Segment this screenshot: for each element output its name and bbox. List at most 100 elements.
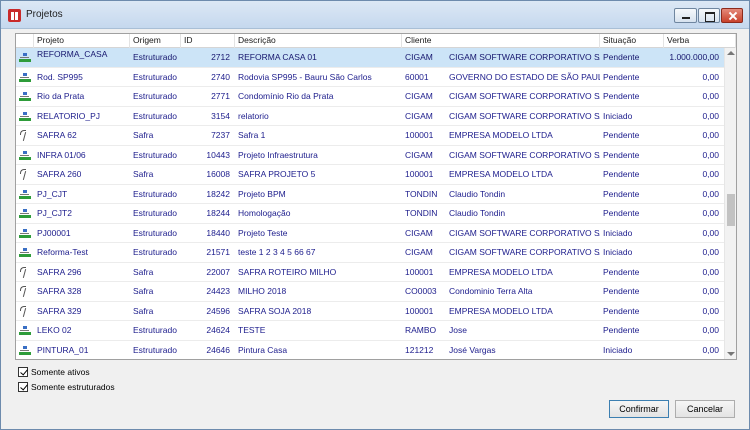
cell-descricao: MILHO 2018 xyxy=(238,286,287,296)
cell-cliente-cod: 100001 xyxy=(405,266,434,277)
cell-cliente-cod: 100001 xyxy=(405,130,434,140)
cell-projeto: SAFRA 296 xyxy=(37,266,82,277)
scroll-up-icon[interactable] xyxy=(727,51,735,55)
cell-cliente-cod: CIGAM xyxy=(405,247,433,257)
tree-icon xyxy=(19,72,31,83)
cell-projeto: PJ_CJT2 xyxy=(37,208,72,218)
cell-projeto: LEKO 02 xyxy=(37,325,72,335)
cell-id: 18440 xyxy=(206,227,230,238)
somente-ativos-checkbox[interactable]: Somente ativos xyxy=(18,367,128,379)
cancelar-button[interactable]: Cancelar xyxy=(675,400,735,418)
maximize-button[interactable] xyxy=(698,8,720,23)
table-row[interactable]: SAFRA 296 Safra 22007 SAFRA ROTEIRO MILHO 10… xyxy=(16,263,724,282)
table-row[interactable]: PJ00001 Estruturado 18440 Projeto Teste CIGA… xyxy=(16,224,724,243)
cell-cliente-cod: 100001 xyxy=(405,305,434,316)
cell-situacao: Pendente xyxy=(603,169,640,179)
header-id[interactable]: ID xyxy=(181,34,235,48)
cell-id: 2712 xyxy=(211,52,230,62)
table-row[interactable]: Reforma-Test Estruturado 21571 teste 1 2 3 … xyxy=(16,243,724,263)
scroll-thumb[interactable] xyxy=(727,194,735,226)
header-projeto[interactable]: Projeto xyxy=(34,34,130,48)
scroll-down-icon[interactable] xyxy=(727,352,735,356)
table-row[interactable]: REFORMA_CASA Estruturado 2712 REFORMA CASA … xyxy=(16,48,724,68)
tree-icon xyxy=(19,189,31,200)
cell-origem: Estruturado xyxy=(133,149,177,160)
table-row[interactable]: SAFRA 328 Safra 24423 MILHO 2018 CO0003 Condo… xyxy=(16,282,724,302)
header-descricao[interactable]: Descrição xyxy=(235,34,402,48)
table-row[interactable]: SAFRA 260 Safra 16008 SAFRA PROJETO 5 100001… xyxy=(16,165,724,185)
title-bar[interactable]: Projetos xyxy=(1,1,749,29)
cell-origem: Estruturado xyxy=(133,110,177,121)
cell-id: 22007 xyxy=(206,266,230,277)
cell-cliente-nome: CIGAM SOFTWARE CORPORATIVO S/A xyxy=(449,247,600,257)
cell-cliente-cod: CO0003 xyxy=(405,286,437,296)
cell-cliente-nome: José Vargas xyxy=(449,344,496,355)
cell-situacao: Iniciado xyxy=(603,110,633,121)
cell-id: 10443 xyxy=(206,149,230,160)
cell-origem: Estruturado xyxy=(133,188,177,199)
cell-verba: 0,00 xyxy=(702,208,719,218)
cell-descricao: Projeto BPM xyxy=(238,188,286,199)
cell-id: 18244 xyxy=(206,208,230,218)
minimize-button[interactable] xyxy=(674,8,697,23)
cell-situacao: Pendente xyxy=(603,149,640,160)
table-row[interactable]: RELATORIO_PJ Estruturado 3154 relatorio CIGA… xyxy=(16,107,724,126)
cell-situacao: Pendente xyxy=(603,71,640,82)
close-button[interactable] xyxy=(721,8,743,23)
cell-verba: 0,00 xyxy=(702,227,719,238)
cell-id: 18242 xyxy=(206,188,230,199)
somente-estruturados-checkbox[interactable]: Somente estruturados xyxy=(18,382,128,394)
cell-verba: 0,00 xyxy=(702,286,719,296)
cell-projeto: PINTURA_01 xyxy=(37,344,89,355)
table-row[interactable]: PINTURA_01 Estruturado 24646 Pintura Casa 12… xyxy=(16,341,724,360)
cell-cliente-nome: Jose xyxy=(449,325,467,335)
cell-projeto: PJ00001 xyxy=(37,227,71,238)
cell-origem: Estruturado xyxy=(133,344,177,355)
cell-verba: 0,00 xyxy=(702,130,719,140)
cell-verba: 0,00 xyxy=(702,188,719,199)
tree-icon xyxy=(19,53,31,63)
table-row[interactable]: Rod. SP995 Estruturado 2740 Rodovia SP995 -… xyxy=(16,68,724,87)
table-row[interactable]: SAFRA 329 Safra 24596 SAFRA SOJA 2018 100001… xyxy=(16,302,724,321)
confirmar-button[interactable]: Confirmar xyxy=(609,400,669,418)
cell-cliente-nome: CIGAM SOFTWARE CORPORATIVO S/A xyxy=(449,110,600,121)
checkbox-checked-icon[interactable] xyxy=(18,382,28,392)
cell-verba: 0,00 xyxy=(702,71,719,82)
cell-situacao: Pendente xyxy=(603,325,640,335)
cell-cliente-nome: CIGAM SOFTWARE CORPORATIVO S/A xyxy=(449,227,600,238)
grid-rows: REFORMA_CASA Estruturado 2712 REFORMA CASA … xyxy=(16,48,724,359)
header-verba[interactable]: Verba xyxy=(664,34,736,48)
tree-icon xyxy=(19,248,31,258)
cell-verba: 0,00 xyxy=(702,91,719,101)
cell-origem: Safra xyxy=(133,286,154,296)
cell-projeto: RELATORIO_PJ xyxy=(37,110,100,121)
cell-descricao: Homologação xyxy=(238,208,291,218)
header-origem[interactable]: Origem xyxy=(130,34,181,48)
cell-descricao: SAFRA PROJETO 5 xyxy=(238,169,316,179)
cell-cliente-cod: CIGAM xyxy=(405,227,433,238)
header-situacao[interactable]: Situação xyxy=(600,34,664,48)
vertical-scrollbar[interactable] xyxy=(724,48,736,359)
header-cliente[interactable]: Cliente xyxy=(402,34,600,48)
checkbox-checked-icon[interactable] xyxy=(18,367,28,377)
cell-projeto: Rio da Prata xyxy=(37,91,85,101)
table-row[interactable]: LEKO 02 Estruturado 24624 TESTE RAMBO Jose Pen… xyxy=(16,321,724,341)
cell-origem: Estruturado xyxy=(133,71,177,82)
table-row[interactable]: PJ_CJT2 Estruturado 18244 Homologação TONDIN… xyxy=(16,204,724,224)
cell-origem: Estruturado xyxy=(133,247,177,257)
cell-origem: Estruturado xyxy=(133,208,177,218)
grid-header: Projeto Origem ID Descrição Cliente Situ… xyxy=(16,34,736,48)
table-row[interactable]: Rio da Prata Estruturado 2771 Condomínio Ri… xyxy=(16,87,724,107)
cell-situacao: Pendente xyxy=(603,91,640,101)
cell-cliente-nome: Condominio Terra Alta xyxy=(449,286,533,296)
table-row[interactable]: PJ_CJT Estruturado 18242 Projeto BPM TONDIN C… xyxy=(16,185,724,204)
tree-icon xyxy=(19,111,31,122)
cell-situacao: Pendente xyxy=(603,188,640,199)
cell-id: 24646 xyxy=(206,344,230,355)
tree-icon xyxy=(19,326,31,336)
table-row[interactable]: SAFRA 62 Safra 7237 Safra 1 100001 EMPRESA MO… xyxy=(16,126,724,146)
cell-origem: Estruturado xyxy=(133,325,177,335)
table-row[interactable]: INFRA 01/06 Estruturado 10443 Projeto Infra… xyxy=(16,146,724,165)
cell-descricao: Safra 1 xyxy=(238,130,266,140)
projects-grid: Projeto Origem ID Descrição Cliente Situ… xyxy=(15,33,737,360)
